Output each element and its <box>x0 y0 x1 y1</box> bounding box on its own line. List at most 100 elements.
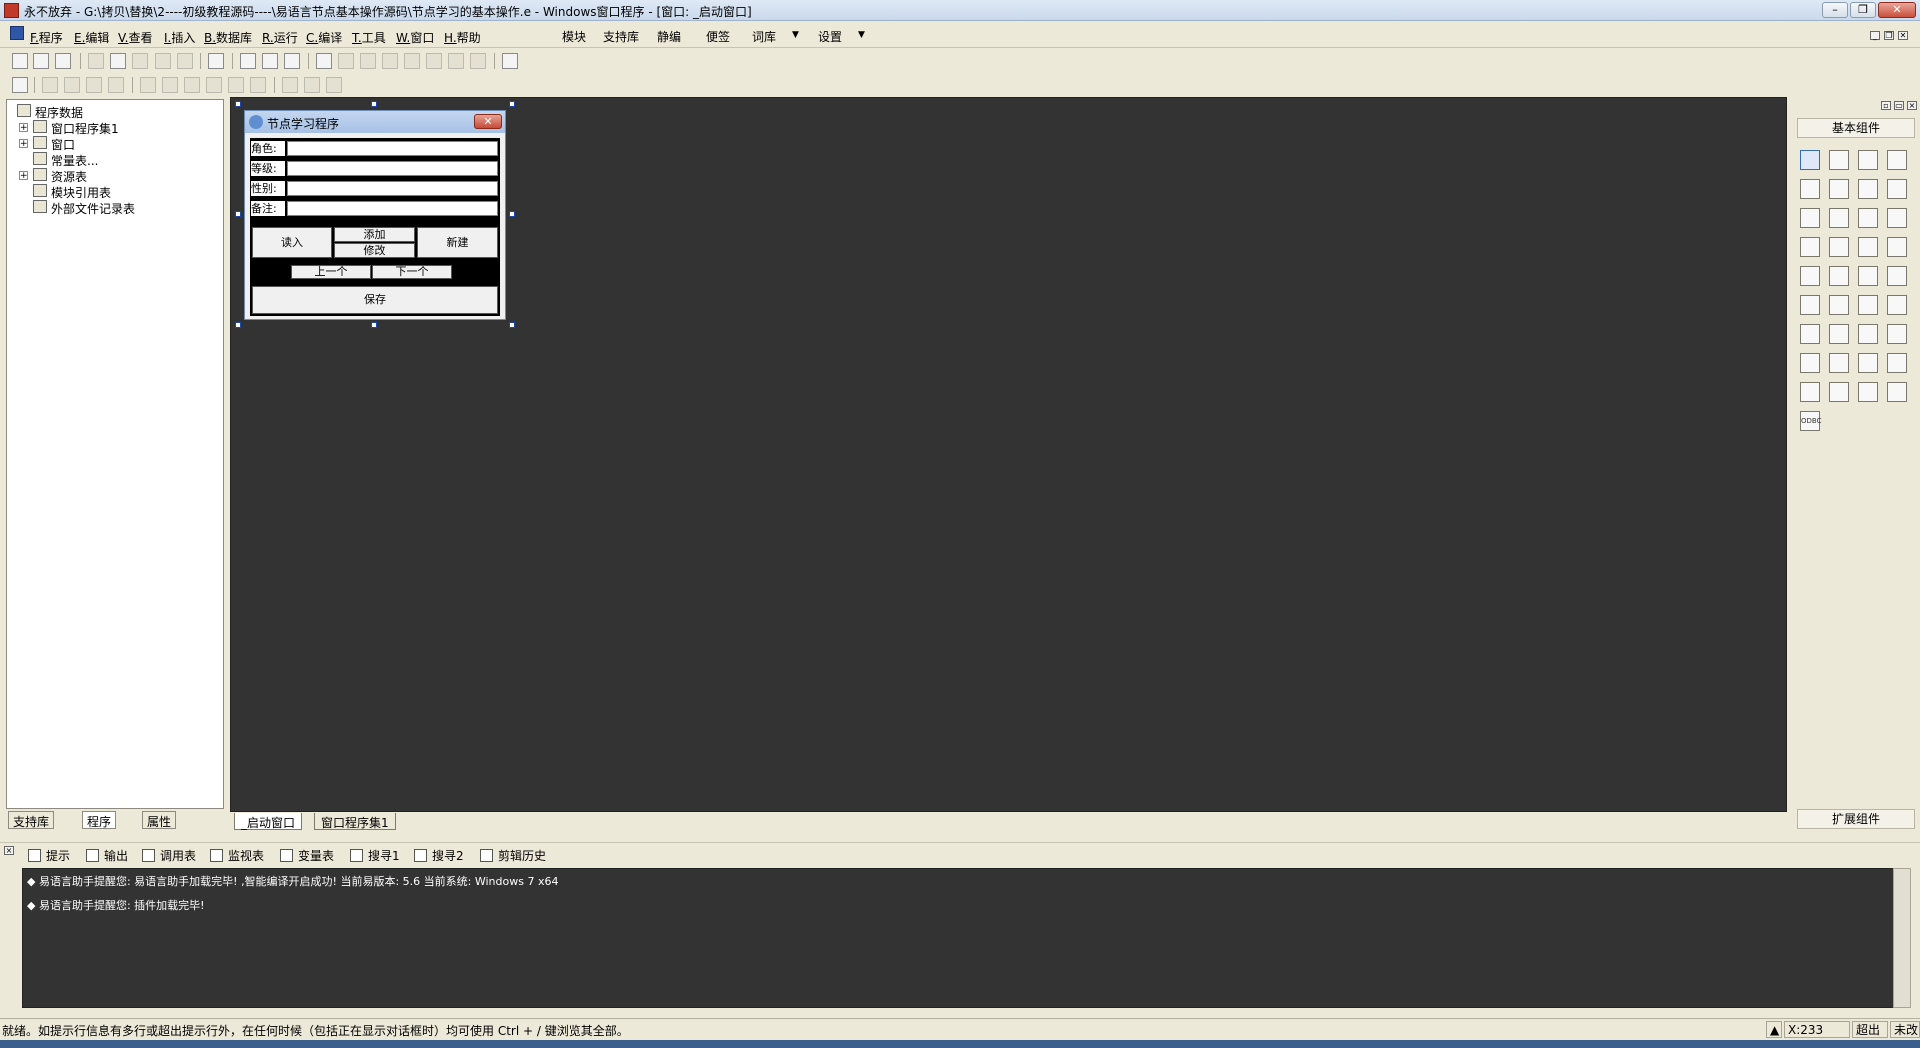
component-icon-7[interactable] <box>1887 179 1907 199</box>
component-icon-6[interactable] <box>1858 179 1878 199</box>
close-button[interactable]: ✕ <box>1878 2 1916 18</box>
step-out-icon[interactable] <box>426 53 442 69</box>
tab-window-assembly[interactable]: 窗口程序集1 <box>314 813 396 830</box>
component-icon-9[interactable] <box>1829 208 1849 228</box>
output-tab-6[interactable]: 搜寻2 <box>414 847 464 865</box>
dropdown-arrow-icon[interactable]: ▼ <box>792 30 799 40</box>
component-icon-34[interactable] <box>1858 382 1878 402</box>
open-file-icon[interactable] <box>33 53 49 69</box>
resize-handle[interactable] <box>509 322 515 328</box>
minimize-button[interactable]: – <box>1822 2 1848 18</box>
doc-minimize-icon[interactable]: _ <box>1870 31 1880 40</box>
component-icon-21[interactable] <box>1829 295 1849 315</box>
component-icon-0[interactable] <box>1800 150 1820 170</box>
gender-input[interactable] <box>287 181 498 196</box>
same-width-icon[interactable] <box>228 77 244 93</box>
output-panel[interactable]: ◆ 易语言助手提醒您: 易语言助手加载完毕! ,智能编译开启成功! 当前易版本:… <box>22 868 1895 1008</box>
doc-restore-icon[interactable]: ❐ <box>1884 31 1894 40</box>
save-icon[interactable] <box>55 53 71 69</box>
menu-item-1[interactable]: E.编辑 <box>74 29 109 46</box>
component-icon-8[interactable] <box>1800 208 1820 228</box>
component-icon-24[interactable] <box>1800 324 1820 344</box>
component-icon-31[interactable] <box>1887 353 1907 373</box>
menu-extra-1[interactable]: 支持库 <box>603 28 639 45</box>
component-icon-1[interactable] <box>1829 150 1849 170</box>
prev-button[interactable]: 上一个 <box>291 265 371 279</box>
undo-icon[interactable] <box>177 53 193 69</box>
output-tab-4[interactable]: 变量表 <box>280 847 334 865</box>
paste-icon[interactable] <box>132 53 148 69</box>
resize-handle[interactable] <box>371 101 377 107</box>
component-icon-28[interactable] <box>1800 353 1820 373</box>
component-icon-12[interactable] <box>1800 237 1820 257</box>
add-button[interactable]: 添加 <box>334 227 415 242</box>
menu-item-9[interactable]: H.帮助 <box>444 29 481 46</box>
menu-extra-2[interactable]: 静编 <box>657 28 681 45</box>
tab-startup-window[interactable]: _启动窗口 <box>234 813 303 830</box>
component-icon-30[interactable] <box>1858 353 1878 373</box>
menu-item-7[interactable]: T.工具 <box>352 29 386 46</box>
space-h-icon[interactable] <box>184 77 200 93</box>
output-tab-3[interactable]: 监视表 <box>210 847 264 865</box>
component-icon-22[interactable] <box>1858 295 1878 315</box>
resize-handle[interactable] <box>235 211 241 217</box>
copy-icon[interactable] <box>110 53 126 69</box>
output-tab-5[interactable]: 搜寻1 <box>350 847 400 865</box>
output-close-icon[interactable]: × <box>4 846 14 855</box>
stop-icon[interactable] <box>338 53 354 69</box>
tab-program[interactable]: 程序 <box>82 811 117 829</box>
read-button[interactable]: 读入 <box>252 227 332 258</box>
align-left-icon[interactable] <box>42 77 58 93</box>
menu-extra-5[interactable]: 设置 <box>818 28 842 45</box>
component-icon-33[interactable] <box>1829 382 1849 402</box>
redo-icon[interactable] <box>155 53 171 69</box>
run-icon[interactable] <box>316 53 332 69</box>
plugin-icon[interactable] <box>502 53 518 69</box>
component-icon-35[interactable] <box>1887 382 1907 402</box>
find-icon[interactable] <box>208 53 224 69</box>
level-input[interactable] <box>287 161 498 176</box>
new-file-icon[interactable] <box>12 53 28 69</box>
expand-icon[interactable]: + <box>19 171 28 181</box>
component-icon-4[interactable] <box>1800 179 1820 199</box>
component-icon-14[interactable] <box>1858 237 1878 257</box>
component-icon-17[interactable] <box>1829 266 1849 286</box>
size-h-icon[interactable] <box>304 77 320 93</box>
menu-item-2[interactable]: V.查看 <box>118 29 153 46</box>
expand-icon[interactable]: + <box>19 123 28 133</box>
new-button[interactable]: 新建 <box>417 227 498 258</box>
menu-item-0[interactable]: F.程序 <box>30 29 63 46</box>
space-v-icon[interactable] <box>206 77 222 93</box>
center-h-icon[interactable] <box>140 77 156 93</box>
output-tab-1[interactable]: 输出 <box>86 847 128 865</box>
expand-icon[interactable]: + <box>19 139 28 149</box>
size-both-icon[interactable] <box>326 77 342 93</box>
component-icon-36[interactable]: ODBC <box>1800 411 1821 431</box>
dropdown-arrow-icon[interactable]: ▼ <box>858 30 865 40</box>
resize-handle[interactable] <box>509 101 515 107</box>
modify-button[interactable]: 修改 <box>334 243 415 258</box>
component-icon-29[interactable] <box>1829 353 1849 373</box>
output-tab-0[interactable]: 提示 <box>28 847 70 865</box>
component-icon-5[interactable] <box>1829 179 1849 199</box>
component-icon-25[interactable] <box>1829 324 1849 344</box>
panel-close-icon[interactable]: × <box>1907 101 1917 110</box>
panel-float-icon[interactable]: ▫ <box>1881 101 1891 110</box>
menu-extra-0[interactable]: 模块 <box>562 28 586 45</box>
designed-form[interactable]: 节点学习程序 ✕ 角色: 等级: 性别: 备注: 读入 添加 修改 新建 上一个… <box>244 110 506 320</box>
component-icon-11[interactable] <box>1887 208 1907 228</box>
output-tab-7[interactable]: 剪辑历史 <box>480 847 546 865</box>
layout2-icon[interactable] <box>262 53 278 69</box>
form-close-icon[interactable]: ✕ <box>474 114 502 129</box>
run-to-icon[interactable] <box>448 53 464 69</box>
component-icon-27[interactable] <box>1887 324 1907 344</box>
component-icon-2[interactable] <box>1858 150 1878 170</box>
menu-item-3[interactable]: I.插入 <box>164 29 195 46</box>
component-icon-19[interactable] <box>1887 266 1907 286</box>
menu-extra-3[interactable]: 便签 <box>706 28 730 45</box>
note-input[interactable] <box>287 201 498 216</box>
component-icon-18[interactable] <box>1858 266 1878 286</box>
save-button[interactable]: 保存 <box>252 286 498 314</box>
component-icon-10[interactable] <box>1858 208 1878 228</box>
resize-handle[interactable] <box>371 322 377 328</box>
